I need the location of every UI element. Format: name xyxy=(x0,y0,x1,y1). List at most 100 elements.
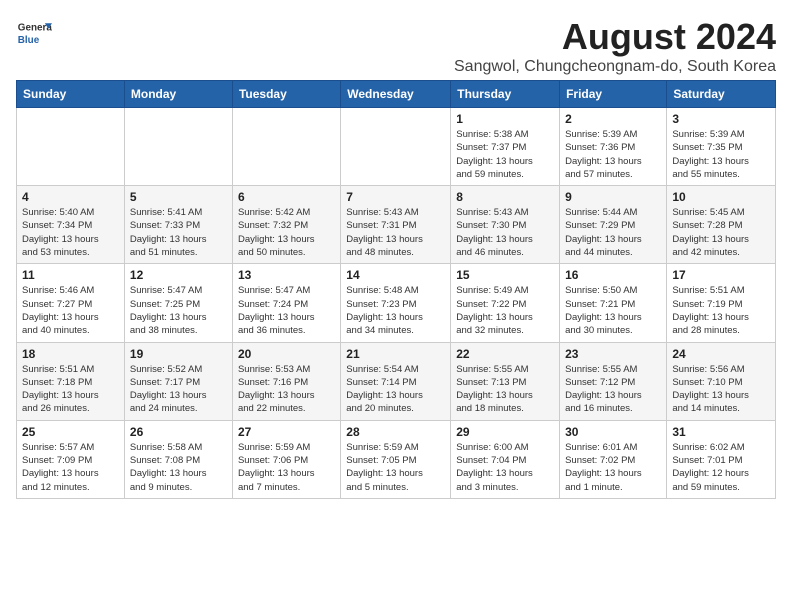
day-number: 26 xyxy=(130,425,227,439)
day-info: Sunrise: 5:55 AM Sunset: 7:12 PM Dayligh… xyxy=(565,363,661,416)
day-info: Sunrise: 5:50 AM Sunset: 7:21 PM Dayligh… xyxy=(565,284,661,337)
day-number: 9 xyxy=(565,190,661,204)
calendar-cell: 17 Sunrise: 5:51 AM Sunset: 7:19 PM Dayli… xyxy=(667,264,776,342)
day-info: Sunrise: 5:40 AM Sunset: 7:34 PM Dayligh… xyxy=(22,206,119,259)
weekday-header-saturday: Saturday xyxy=(667,81,776,108)
day-info: Sunrise: 5:52 AM Sunset: 7:17 PM Dayligh… xyxy=(130,363,227,416)
day-number: 15 xyxy=(456,268,554,282)
calendar-cell xyxy=(341,108,451,186)
weekday-header-sunday: Sunday xyxy=(17,81,125,108)
day-info: Sunrise: 5:41 AM Sunset: 7:33 PM Dayligh… xyxy=(130,206,227,259)
day-number: 25 xyxy=(22,425,119,439)
day-number: 31 xyxy=(672,425,770,439)
day-info: Sunrise: 5:54 AM Sunset: 7:14 PM Dayligh… xyxy=(346,363,445,416)
day-number: 30 xyxy=(565,425,661,439)
day-number: 16 xyxy=(565,268,661,282)
day-info: Sunrise: 5:58 AM Sunset: 7:08 PM Dayligh… xyxy=(130,441,227,494)
calendar-cell: 4 Sunrise: 5:40 AM Sunset: 7:34 PM Daylig… xyxy=(17,186,125,264)
day-number: 22 xyxy=(456,347,554,361)
day-number: 4 xyxy=(22,190,119,204)
calendar-cell: 18Sunrise: 5:51 AM Sunset: 7:18 PM Dayli… xyxy=(17,342,125,420)
weekday-header-friday: Friday xyxy=(560,81,667,108)
day-info: Sunrise: 5:38 AM Sunset: 7:37 PM Dayligh… xyxy=(456,128,554,181)
day-number: 12 xyxy=(130,268,227,282)
day-info: Sunrise: 5:59 AM Sunset: 7:05 PM Dayligh… xyxy=(346,441,445,494)
day-number: 24 xyxy=(672,347,770,361)
day-number: 3 xyxy=(672,112,770,126)
day-info: Sunrise: 6:02 AM Sunset: 7:01 PM Dayligh… xyxy=(672,441,770,494)
day-info: Sunrise: 5:55 AM Sunset: 7:13 PM Dayligh… xyxy=(456,363,554,416)
calendar-cell: 3 Sunrise: 5:39 AM Sunset: 7:35 PM Daylig… xyxy=(667,108,776,186)
day-number: 7 xyxy=(346,190,445,204)
weekday-header-tuesday: Tuesday xyxy=(232,81,340,108)
calendar-cell: 30 Sunrise: 6:01 AM Sunset: 7:02 PM Dayli… xyxy=(560,420,667,498)
calendar-cell: 25 Sunrise: 5:57 AM Sunset: 7:09 PM Dayli… xyxy=(17,420,125,498)
week-row-2: 4 Sunrise: 5:40 AM Sunset: 7:34 PM Daylig… xyxy=(17,186,776,264)
day-info: Sunrise: 5:53 AM Sunset: 7:16 PM Dayligh… xyxy=(238,363,335,416)
day-number: 19 xyxy=(130,347,227,361)
weekday-header-wednesday: Wednesday xyxy=(341,81,451,108)
calendar-cell: 13 Sunrise: 5:47 AM Sunset: 7:24 PM Dayli… xyxy=(232,264,340,342)
calendar-cell: 12 Sunrise: 5:47 AM Sunset: 7:25 PM Dayli… xyxy=(124,264,232,342)
day-number: 14 xyxy=(346,268,445,282)
day-info: Sunrise: 5:46 AM Sunset: 7:27 PM Dayligh… xyxy=(22,284,119,337)
day-number: 18 xyxy=(22,347,119,361)
logo-icon: General Blue xyxy=(16,16,52,52)
day-number: 10 xyxy=(672,190,770,204)
day-number: 28 xyxy=(346,425,445,439)
day-info: Sunrise: 5:47 AM Sunset: 7:25 PM Dayligh… xyxy=(130,284,227,337)
day-info: Sunrise: 5:57 AM Sunset: 7:09 PM Dayligh… xyxy=(22,441,119,494)
calendar-cell xyxy=(124,108,232,186)
day-number: 6 xyxy=(238,190,335,204)
calendar-cell: 5 Sunrise: 5:41 AM Sunset: 7:33 PM Daylig… xyxy=(124,186,232,264)
calendar-cell: 28 Sunrise: 5:59 AM Sunset: 7:05 PM Dayli… xyxy=(341,420,451,498)
weekday-header-monday: Monday xyxy=(124,81,232,108)
day-info: Sunrise: 6:01 AM Sunset: 7:02 PM Dayligh… xyxy=(565,441,661,494)
calendar-cell: 1 Sunrise: 5:38 AM Sunset: 7:37 PM Daylig… xyxy=(451,108,560,186)
day-info: Sunrise: 5:39 AM Sunset: 7:36 PM Dayligh… xyxy=(565,128,661,181)
weekday-header-row: SundayMondayTuesdayWednesdayThursdayFrid… xyxy=(17,81,776,108)
day-number: 5 xyxy=(130,190,227,204)
calendar-cell: 14 Sunrise: 5:48 AM Sunset: 7:23 PM Dayli… xyxy=(341,264,451,342)
calendar-subtitle: Sangwol, Chungcheongnam-do, South Korea xyxy=(454,58,776,76)
day-info: Sunrise: 5:56 AM Sunset: 7:10 PM Dayligh… xyxy=(672,363,770,416)
calendar-cell: 15 Sunrise: 5:49 AM Sunset: 7:22 PM Dayli… xyxy=(451,264,560,342)
day-number: 1 xyxy=(456,112,554,126)
day-number: 17 xyxy=(672,268,770,282)
day-info: Sunrise: 5:48 AM Sunset: 7:23 PM Dayligh… xyxy=(346,284,445,337)
day-number: 20 xyxy=(238,347,335,361)
day-number: 27 xyxy=(238,425,335,439)
day-info: Sunrise: 5:47 AM Sunset: 7:24 PM Dayligh… xyxy=(238,284,335,337)
day-info: Sunrise: 5:59 AM Sunset: 7:06 PM Dayligh… xyxy=(238,441,335,494)
calendar-cell: 9Sunrise: 5:44 AM Sunset: 7:29 PM Daylig… xyxy=(560,186,667,264)
title-area: August 2024 Sangwol, Chungcheongnam-do, … xyxy=(454,16,776,76)
calendar-cell: 8Sunrise: 5:43 AM Sunset: 7:30 PM Daylig… xyxy=(451,186,560,264)
week-row-4: 18Sunrise: 5:51 AM Sunset: 7:18 PM Dayli… xyxy=(17,342,776,420)
day-info: Sunrise: 5:49 AM Sunset: 7:22 PM Dayligh… xyxy=(456,284,554,337)
calendar-cell: 16 Sunrise: 5:50 AM Sunset: 7:21 PM Dayli… xyxy=(560,264,667,342)
week-row-1: 1 Sunrise: 5:38 AM Sunset: 7:37 PM Daylig… xyxy=(17,108,776,186)
day-number: 2 xyxy=(565,112,661,126)
calendar-cell xyxy=(17,108,125,186)
day-info: Sunrise: 5:42 AM Sunset: 7:32 PM Dayligh… xyxy=(238,206,335,259)
calendar-cell: 21Sunrise: 5:54 AM Sunset: 7:14 PM Dayli… xyxy=(341,342,451,420)
day-number: 23 xyxy=(565,347,661,361)
day-number: 13 xyxy=(238,268,335,282)
calendar-cell: 20 Sunrise: 5:53 AM Sunset: 7:16 PM Dayli… xyxy=(232,342,340,420)
day-number: 29 xyxy=(456,425,554,439)
calendar-cell: 11Sunrise: 5:46 AM Sunset: 7:27 PM Dayli… xyxy=(17,264,125,342)
day-info: Sunrise: 5:45 AM Sunset: 7:28 PM Dayligh… xyxy=(672,206,770,259)
calendar-cell xyxy=(232,108,340,186)
calendar-cell: 26 Sunrise: 5:58 AM Sunset: 7:08 PM Dayli… xyxy=(124,420,232,498)
calendar-cell: 29Sunrise: 6:00 AM Sunset: 7:04 PM Dayli… xyxy=(451,420,560,498)
day-info: Sunrise: 5:39 AM Sunset: 7:35 PM Dayligh… xyxy=(672,128,770,181)
weekday-header-thursday: Thursday xyxy=(451,81,560,108)
calendar-cell: 22 Sunrise: 5:55 AM Sunset: 7:13 PM Dayli… xyxy=(451,342,560,420)
calendar-cell: 10 Sunrise: 5:45 AM Sunset: 7:28 PM Dayli… xyxy=(667,186,776,264)
calendar-cell: 31 Sunrise: 6:02 AM Sunset: 7:01 PM Dayli… xyxy=(667,420,776,498)
day-info: Sunrise: 5:51 AM Sunset: 7:19 PM Dayligh… xyxy=(672,284,770,337)
day-info: Sunrise: 5:43 AM Sunset: 7:30 PM Dayligh… xyxy=(456,206,554,259)
calendar-cell: 24 Sunrise: 5:56 AM Sunset: 7:10 PM Dayli… xyxy=(667,342,776,420)
calendar-cell: 23 Sunrise: 5:55 AM Sunset: 7:12 PM Dayli… xyxy=(560,342,667,420)
week-row-3: 11Sunrise: 5:46 AM Sunset: 7:27 PM Dayli… xyxy=(17,264,776,342)
